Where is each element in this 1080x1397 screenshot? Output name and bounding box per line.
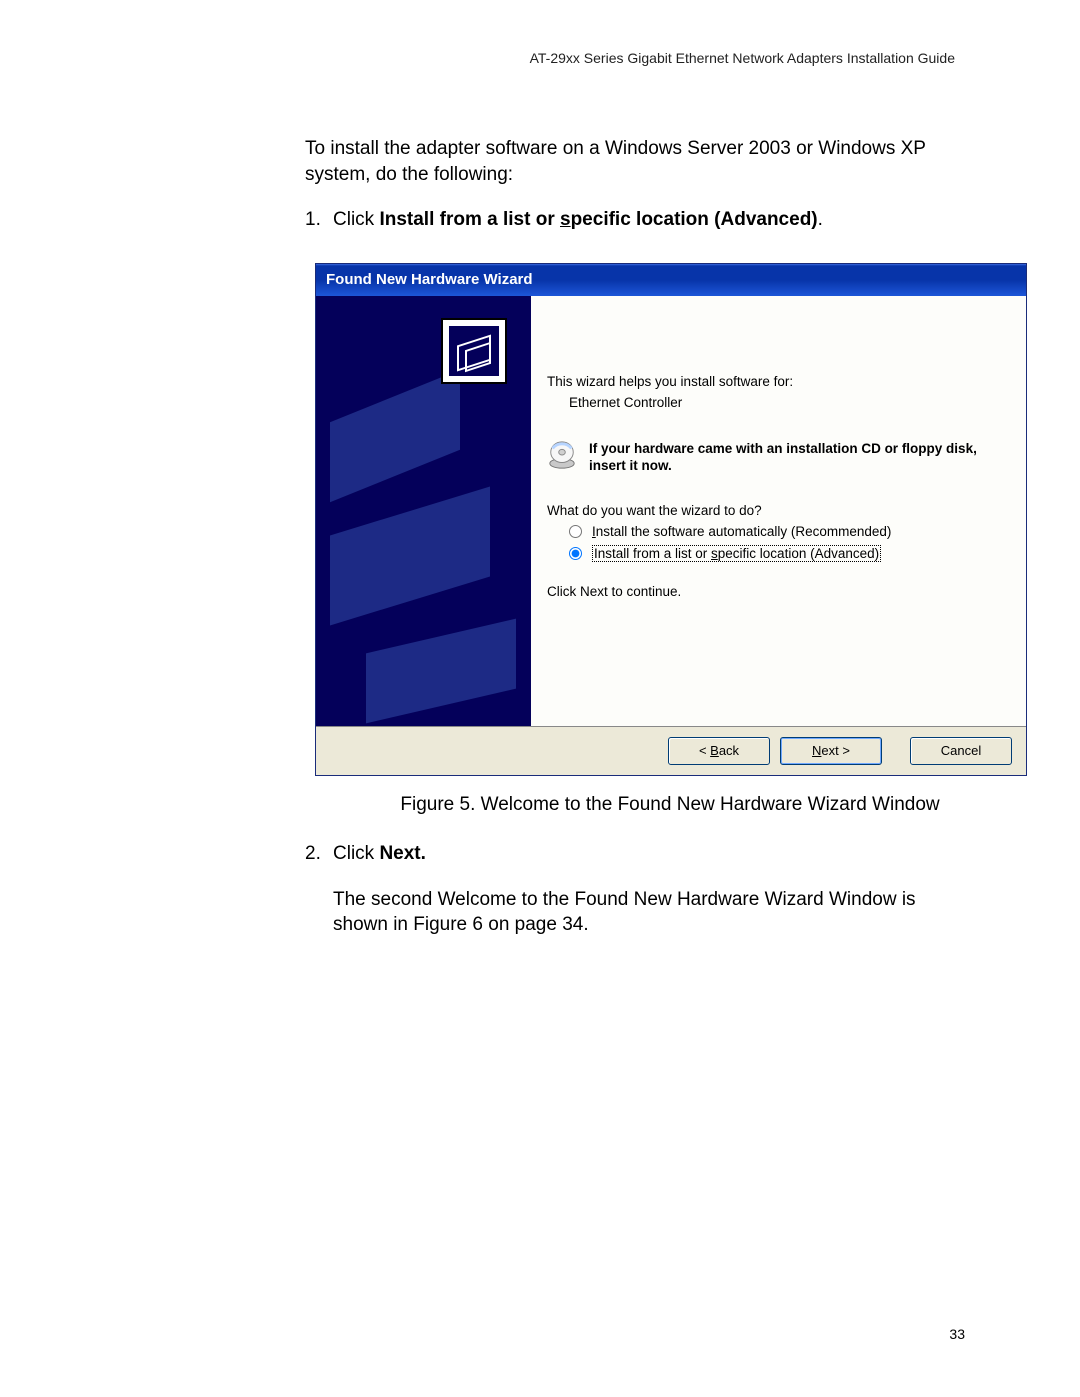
figure-caption: Figure 5. Welcome to the Found New Hardw… — [315, 794, 1025, 816]
insert-cd-text: If your hardware came with an installati… — [589, 440, 1004, 475]
back-button[interactable]: < Back — [668, 737, 770, 765]
continue-line: Click Next to continue. — [547, 584, 1004, 599]
t: Install from a list or — [594, 546, 711, 561]
cancel-button[interactable]: Cancel — [910, 737, 1012, 765]
document-page: AT-29xx Series Gigabit Ethernet Network … — [0, 0, 1080, 1397]
wizard-prompt: What do you want the wizard to do? — [547, 503, 1004, 518]
followup-paragraph: The second Welcome to the Found New Hard… — [333, 887, 965, 938]
dialog-title-bar: Found New Hardware Wizard — [316, 264, 1026, 296]
t: ext > — [821, 743, 850, 758]
radio-advanced-label: Install from a list or specific location… — [592, 545, 881, 562]
device-name: Ethernet Controller — [569, 395, 1004, 410]
t: N — [812, 743, 821, 758]
dialog-body: This wizard helps you install software f… — [316, 296, 1026, 727]
wizard-intro-line: This wizard helps you install software f… — [547, 374, 1004, 389]
t: s — [560, 209, 571, 230]
t: pecific location (Advanced) — [718, 546, 879, 561]
installer-icon — [441, 318, 507, 384]
text-bold: Install from a list or specific location… — [379, 209, 817, 230]
text-bold: Next. — [379, 843, 425, 864]
page-number: 33 — [949, 1326, 965, 1342]
t: nstall the software automatically (Recom… — [596, 524, 892, 539]
dialog-title: Found New Hardware Wizard — [326, 271, 533, 288]
wizard-dialog: Found New Hardware Wizard T — [315, 263, 1027, 776]
dialog-content: This wizard helps you install software f… — [531, 296, 1026, 726]
t: ack — [719, 743, 739, 758]
figure: Found New Hardware Wizard T — [315, 263, 1025, 816]
t: pecific location (Advanced) — [571, 209, 818, 230]
text: Click — [333, 843, 379, 864]
radio-auto-input[interactable] — [569, 525, 582, 538]
step-number: 1. — [305, 207, 333, 233]
step-1: 1. Click Install from a list or specific… — [305, 207, 965, 233]
step-text: Click Install from a list or specific lo… — [333, 207, 965, 233]
step-text: Click Next. — [333, 841, 965, 867]
step-2: 2. Click Next. — [305, 841, 965, 867]
t: B — [710, 743, 719, 758]
radio-option-advanced[interactable]: Install from a list or specific location… — [569, 545, 1004, 562]
radio-group: Install the software automatically (Reco… — [569, 524, 1004, 562]
t: s — [711, 546, 718, 561]
intro-paragraph: To install the adapter software on a Win… — [305, 136, 965, 187]
doc-header: AT-29xx Series Gigabit Ethernet Network … — [115, 50, 965, 66]
insert-cd-row: If your hardware came with an installati… — [547, 440, 1004, 475]
radio-option-auto[interactable]: Install the software automatically (Reco… — [569, 524, 1004, 539]
wizard-side-graphic — [316, 296, 531, 726]
dialog-button-bar: < Back Next > Cancel — [316, 727, 1026, 775]
radio-auto-label: Install the software automatically (Reco… — [592, 524, 891, 539]
cd-icon — [547, 440, 577, 470]
text: Click — [333, 209, 379, 230]
radio-advanced-input[interactable] — [569, 547, 582, 560]
t: Install from a list or — [379, 209, 560, 230]
step-number: 2. — [305, 841, 333, 867]
next-button[interactable]: Next > — [780, 737, 882, 765]
t: < — [699, 743, 710, 758]
text: . — [818, 209, 823, 230]
